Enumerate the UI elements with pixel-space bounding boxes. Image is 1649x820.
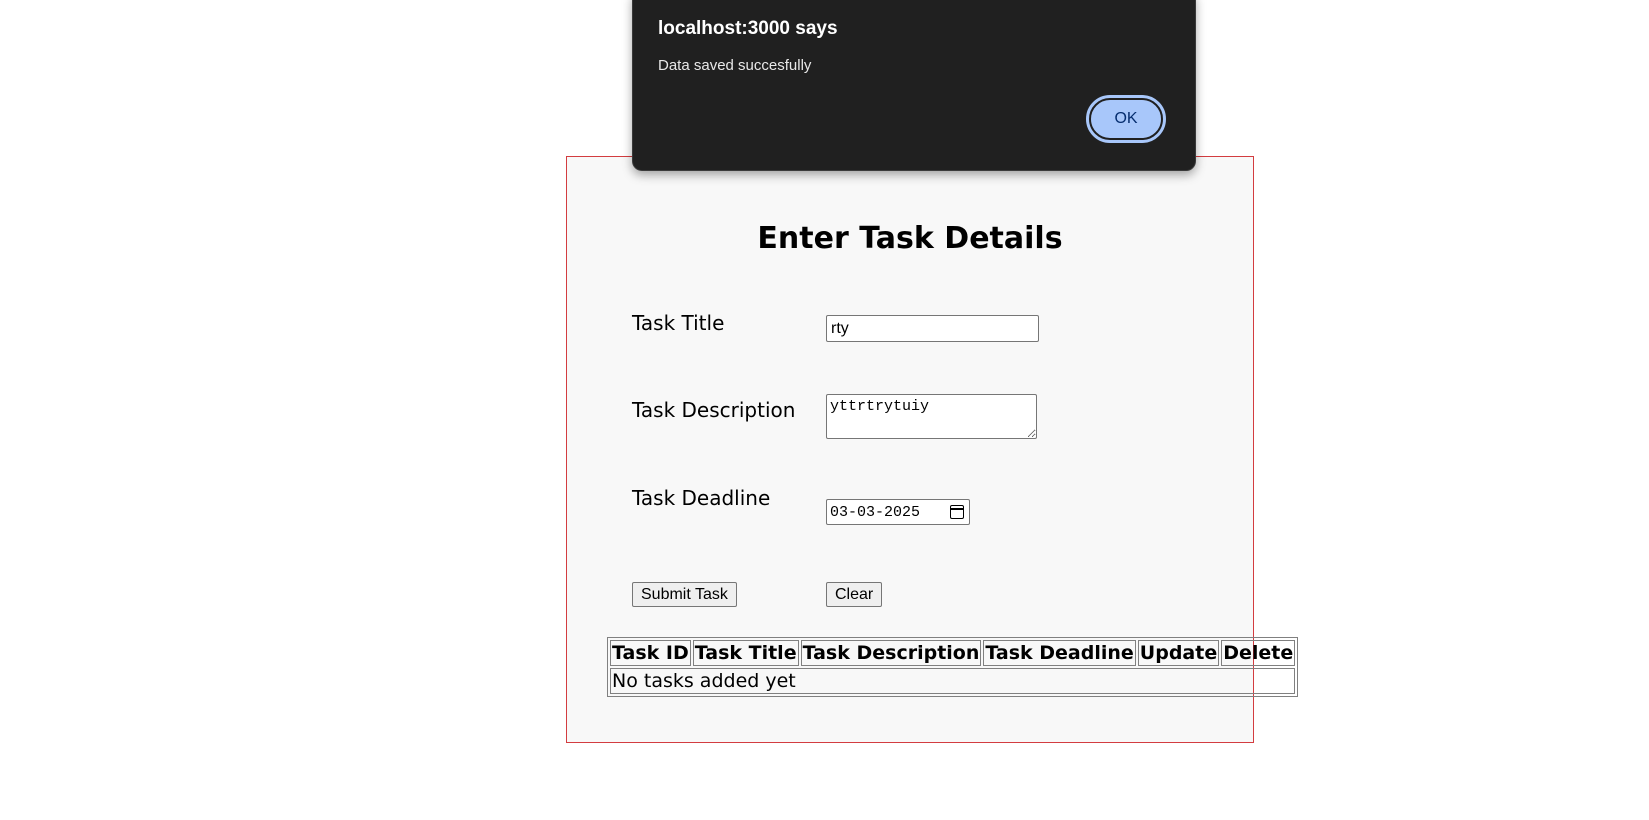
header-task-id: Task ID xyxy=(610,640,691,666)
header-task-deadline: Task Deadline xyxy=(983,640,1136,666)
ok-button[interactable]: OK xyxy=(1086,95,1166,143)
table-header-row: Task ID Task Title Task Description Task… xyxy=(610,640,1296,666)
task-description-textarea[interactable]: yttrtrytuiy xyxy=(826,394,1037,439)
calendar-icon[interactable] xyxy=(950,505,964,519)
alert-dialog: localhost:3000 says Data saved succesful… xyxy=(632,0,1196,171)
task-title-input[interactable] xyxy=(826,315,1039,342)
task-deadline-date-input[interactable]: 03-03-2025 xyxy=(826,499,970,525)
tasks-table: Task ID Task Title Task Description Task… xyxy=(607,637,1299,697)
dialog-title: localhost:3000 says xyxy=(658,18,838,39)
task-deadline-value: 03-03-2025 xyxy=(830,503,921,521)
header-task-title: Task Title xyxy=(692,640,799,666)
header-task-description: Task Description xyxy=(800,640,982,666)
header-update: Update xyxy=(1137,640,1220,666)
clear-button[interactable]: Clear xyxy=(826,582,883,607)
submit-task-button[interactable]: Submit Task xyxy=(632,582,737,607)
dialog-message: Data saved succesfully xyxy=(658,57,812,74)
task-title-label: Task Title xyxy=(632,311,725,335)
task-form-card: Enter Task Details Task Title Task Descr… xyxy=(566,156,1299,743)
task-deadline-label: Task Deadline xyxy=(632,486,771,510)
table-row: No tasks added yet xyxy=(610,668,1296,694)
tasks-table-wrapper: Task ID Task Title Task Description Task… xyxy=(607,637,1299,697)
task-description-label: Task Description xyxy=(632,398,796,422)
empty-table-message: No tasks added yet xyxy=(610,668,1296,694)
page-title: Enter Task Details xyxy=(757,221,1063,256)
header-delete: Delete xyxy=(1221,640,1296,666)
